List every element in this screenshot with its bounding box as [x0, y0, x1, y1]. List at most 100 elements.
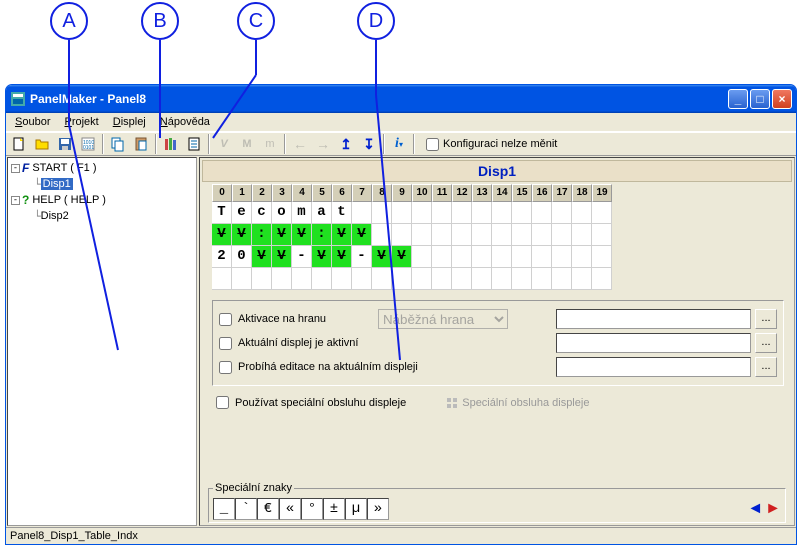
grid-cell[interactable]: V: [272, 246, 292, 268]
grid-cell[interactable]: [592, 268, 612, 290]
special-char-cell[interactable]: ±: [323, 498, 345, 520]
tree-node-disp1[interactable]: └ Disp1: [10, 176, 194, 192]
grid-cell[interactable]: t: [332, 202, 352, 224]
grid-cell[interactable]: [412, 224, 432, 246]
grid-cell[interactable]: a: [312, 202, 332, 224]
collapse-icon[interactable]: -: [11, 196, 20, 205]
active-display-checkbox[interactable]: [219, 337, 232, 350]
grid-cell[interactable]: V: [252, 246, 272, 268]
down-icon[interactable]: ↧: [358, 133, 380, 155]
left-arrow-icon[interactable]: ◄: [747, 500, 763, 518]
grid-cell[interactable]: [212, 268, 232, 290]
grid-cell[interactable]: [412, 268, 432, 290]
special-char-cell[interactable]: «: [279, 498, 301, 520]
binary-icon[interactable]: 10100101: [77, 133, 99, 155]
grid-cell[interactable]: [392, 224, 412, 246]
grid-cell[interactable]: [552, 246, 572, 268]
edge-browse-button[interactable]: ...: [755, 309, 777, 329]
menu-help[interactable]: Nápověda: [153, 114, 217, 130]
grid-cell[interactable]: [432, 202, 452, 224]
column-header[interactable]: 14: [492, 184, 512, 202]
column-header[interactable]: 19: [592, 184, 612, 202]
grid-cell[interactable]: -: [352, 246, 372, 268]
grid-cell[interactable]: [432, 268, 452, 290]
edge-activate-checkbox[interactable]: [219, 313, 232, 326]
copy-icon[interactable]: [107, 133, 129, 155]
grid-cell[interactable]: [292, 268, 312, 290]
grid-cell[interactable]: [372, 202, 392, 224]
grid-cell[interactable]: [432, 224, 452, 246]
grid-cell[interactable]: V: [332, 224, 352, 246]
edge-value-input[interactable]: [556, 309, 751, 329]
grid-cell[interactable]: [372, 224, 392, 246]
grid-cell[interactable]: [392, 268, 412, 290]
grid-cell[interactable]: 2: [212, 246, 232, 268]
grid-cell[interactable]: [532, 202, 552, 224]
menu-file[interactable]: Soubor: [8, 114, 57, 130]
grid-cell[interactable]: [452, 202, 472, 224]
grid-cell[interactable]: V: [212, 224, 232, 246]
tree-node-help[interactable]: - ? HELP ( HELP ): [10, 192, 194, 208]
grid-cell[interactable]: :: [252, 224, 272, 246]
grid-cell[interactable]: [492, 224, 512, 246]
save-icon[interactable]: [54, 133, 76, 155]
grid-cell[interactable]: V: [352, 224, 372, 246]
grid-cell[interactable]: [232, 268, 252, 290]
grid-cell[interactable]: [312, 268, 332, 290]
minimize-button[interactable]: _: [728, 89, 748, 109]
column-header[interactable]: 18: [572, 184, 592, 202]
grid-cell[interactable]: m: [292, 202, 312, 224]
collapse-icon[interactable]: -: [11, 164, 20, 173]
column-header[interactable]: 13: [472, 184, 492, 202]
scroll-arrows[interactable]: ◄ ►: [747, 500, 781, 518]
maximize-button[interactable]: □: [750, 89, 770, 109]
up-icon[interactable]: ↥: [335, 133, 357, 155]
grid-cell[interactable]: [532, 268, 552, 290]
grid-cell[interactable]: [592, 202, 612, 224]
grid-cell[interactable]: [512, 202, 532, 224]
grid-cell[interactable]: V: [392, 246, 412, 268]
config-lock-checkbox[interactable]: Konfiguraci nelze měnit: [426, 138, 557, 151]
grid-cell[interactable]: -: [292, 246, 312, 268]
menu-project[interactable]: Projekt: [57, 114, 105, 130]
right-arrow-icon[interactable]: ►: [765, 500, 781, 518]
grid-cell[interactable]: [572, 246, 592, 268]
grid-cell[interactable]: [572, 224, 592, 246]
grid-cell[interactable]: [372, 268, 392, 290]
grid-cell[interactable]: :: [312, 224, 332, 246]
column-header[interactable]: 2: [252, 184, 272, 202]
grid-cell[interactable]: [472, 246, 492, 268]
column-header[interactable]: 3: [272, 184, 292, 202]
tree-panel[interactable]: - F START ( F1 ) └ Disp1 - ? HELP ( HELP…: [7, 157, 197, 526]
column-header[interactable]: 8: [372, 184, 392, 202]
grid-cell[interactable]: [492, 268, 512, 290]
column-header[interactable]: 6: [332, 184, 352, 202]
paste-icon[interactable]: [130, 133, 152, 155]
column-header[interactable]: 17: [552, 184, 572, 202]
menu-display[interactable]: Displej: [106, 114, 153, 130]
grid-cell[interactable]: [252, 268, 272, 290]
grid-cell[interactable]: [492, 246, 512, 268]
info-icon[interactable]: i▾: [388, 133, 410, 155]
grid-cell[interactable]: [592, 224, 612, 246]
grid-cell[interactable]: [572, 268, 592, 290]
grid-cell[interactable]: [512, 246, 532, 268]
grid-cell[interactable]: [352, 202, 372, 224]
editing-value-input[interactable]: [556, 357, 751, 377]
grid-cell[interactable]: [332, 268, 352, 290]
grid-cell[interactable]: [552, 268, 572, 290]
display-grid[interactable]: 012345678910111213141516171819 TecomatVV…: [212, 184, 792, 290]
grid-cell[interactable]: [532, 246, 552, 268]
grid-cell[interactable]: [572, 202, 592, 224]
column-header[interactable]: 1: [232, 184, 252, 202]
active-browse-button[interactable]: ...: [755, 333, 777, 353]
close-button[interactable]: ×: [772, 89, 792, 109]
column-header[interactable]: 7: [352, 184, 372, 202]
special-char-cell[interactable]: _: [213, 498, 235, 520]
grid-cell[interactable]: V: [312, 246, 332, 268]
grid-cell[interactable]: 0: [232, 246, 252, 268]
grid-cell[interactable]: [432, 246, 452, 268]
grid-cell[interactable]: [512, 268, 532, 290]
editing-checkbox[interactable]: [219, 361, 232, 374]
grid-cell[interactable]: [552, 224, 572, 246]
